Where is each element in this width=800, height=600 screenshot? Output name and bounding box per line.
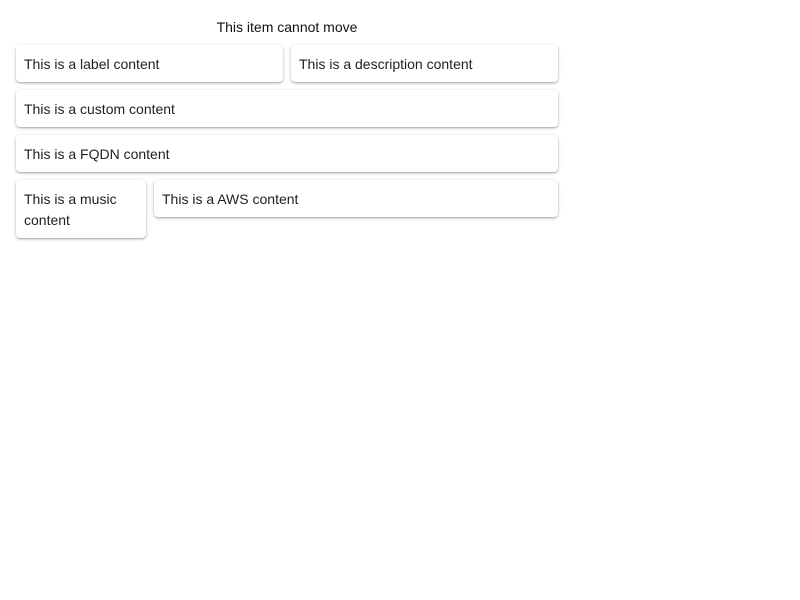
card-text: This is a description content xyxy=(299,56,473,72)
card-text: This is a label content xyxy=(24,56,160,72)
draggable-card-label[interactable]: This is a label content xyxy=(16,45,283,82)
static-item-label: This item cannot move xyxy=(216,19,358,35)
draggable-card-fqdn[interactable]: This is a FQDN content xyxy=(16,135,558,172)
draggable-card-aws[interactable]: This is a AWS content xyxy=(154,180,558,217)
card-text: This is a AWS content xyxy=(162,191,299,207)
card-text: This is a FQDN content xyxy=(24,146,170,162)
drag-board: This item cannot move This is a label co… xyxy=(0,0,800,600)
draggable-card-music[interactable]: This is a music content xyxy=(16,180,146,238)
card-text: This is a custom content xyxy=(24,101,175,117)
draggable-card-custom[interactable]: This is a custom content xyxy=(16,90,558,127)
draggable-card-description[interactable]: This is a description content xyxy=(291,45,558,82)
card-text: This is a music content xyxy=(24,191,117,228)
